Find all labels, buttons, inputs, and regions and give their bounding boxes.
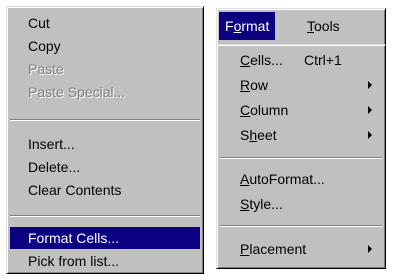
menu-item-style[interactable]: Style... [220, 193, 382, 215]
menu-item-insert[interactable]: Insert... [10, 133, 200, 155]
shortcut-label: Ctrl+1 [304, 52, 342, 68]
menu-item-placement[interactable]: Placement [220, 238, 382, 260]
context-menu: Cut Copy Paste Paste Special... Insert..… [6, 6, 204, 274]
menu-item-pick-from-list[interactable]: Pick from list... [10, 250, 200, 272]
menu-item-delete[interactable]: Delete... [10, 156, 200, 178]
menu-item-column[interactable]: Column [220, 99, 382, 121]
menu-separator [10, 215, 200, 217]
submenu-arrow-icon [368, 106, 372, 114]
menu-item-clear-contents[interactable]: Clear Contents [10, 179, 200, 201]
menu-item-paste: Paste [28, 61, 64, 77]
menu-item-cut[interactable]: Cut [10, 12, 200, 34]
submenu-arrow-icon [368, 245, 372, 253]
menu-item-copy[interactable]: Copy [10, 35, 200, 57]
menubar-tools[interactable]: Tools [301, 12, 346, 40]
menu-item-cells[interactable]: Cells... Ctrl+1 [220, 49, 382, 71]
submenu-arrow-icon [368, 131, 372, 139]
menu-separator [220, 225, 382, 227]
format-menu: Cells... Ctrl+1 Row Column Sheet AutoFor… [216, 44, 386, 269]
menu-item-format-cells[interactable]: Format Cells... [10, 227, 200, 249]
submenu-arrow-icon [368, 81, 372, 89]
menu-separator [10, 119, 200, 121]
menu-item-sheet[interactable]: Sheet [220, 124, 382, 146]
menu-bar: Format Tools [216, 8, 386, 44]
menu-item-row[interactable]: Row [220, 74, 382, 96]
menubar-format[interactable]: Format [219, 12, 276, 40]
menu-item-paste-special: Paste Special... [28, 84, 126, 100]
menu-item-autoformat[interactable]: AutoFormat... [220, 168, 382, 190]
menu-separator [220, 157, 382, 159]
